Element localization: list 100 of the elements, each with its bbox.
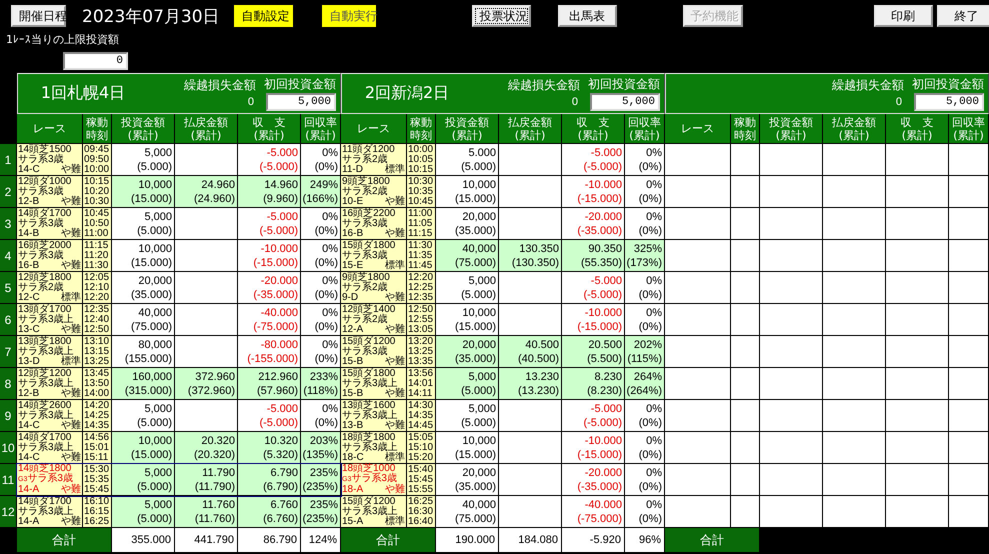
balance-cell: 14.960 (9.960)	[238, 176, 301, 208]
race-row[interactable]: 18頭芝1800 サラ系3歳上 18-C 標準 15:05 15:10 15:20 10,000 (15.000) -10.000 (-15.000) 0% (0%)	[341, 432, 665, 464]
carryover-value: 0	[248, 94, 255, 110]
carryover-value: 0	[896, 94, 903, 110]
time-cell: 11:30 11:35 11:45	[407, 240, 436, 272]
row-number: 5	[0, 272, 17, 304]
payout-cell: 11.790 (11.790)	[175, 464, 238, 496]
time-cell: 10:45 10:50 11:00	[83, 208, 112, 240]
invest-cell: 5.000 (5.000)	[436, 144, 499, 176]
rate-cell: 0% (0%)	[625, 432, 665, 464]
rate-cell: 0% (0%)	[625, 144, 665, 176]
race-cell: 14頭ダ1700 サラ系3歳上 14-C や難	[17, 432, 83, 464]
balance-cell: -40.000 (-75.000)	[238, 304, 301, 336]
race-row[interactable]: 11頭ダ1200 サラ系2歳 11-D 標準 10:00 10:05 10:15 5.000 (5.000) -5.000 (-5.000) 0% (0%)	[341, 144, 665, 176]
payout-cell	[499, 496, 562, 528]
race-row[interactable]: 12頭芝1400 サラ系2歳 12-A や難 12:50 12:55 13:05 10,000 (15.000) -10.000 (-15.000) 0% (0%)	[341, 304, 665, 336]
time-cell: 16:25 16:30 16:40	[407, 496, 436, 528]
balance-cell: -10.000 (-15.000)	[238, 240, 301, 272]
initial-amount-field[interactable]: 5,000	[914, 93, 984, 111]
carryover-label: 繰越損失金額	[184, 76, 256, 94]
invest-cell: 10,000 (15.000)	[112, 432, 175, 464]
initial-amount-field[interactable]: 5,000	[590, 93, 660, 111]
initial-label: 初回投資金額	[264, 76, 336, 93]
balance-cell: -80.000 (-155.000)	[238, 336, 301, 368]
invest-cell: 160,000 (315.000)	[112, 368, 175, 400]
payout-cell: 13.230 (13.230)	[499, 368, 562, 400]
toolbar-button[interactable]: 自動設定	[234, 5, 293, 27]
payout-cell	[175, 336, 238, 368]
rate-cell: 249% (166%)	[301, 176, 341, 208]
row-number: 8	[0, 368, 17, 400]
race-row[interactable]: 13頭ダ1700 サラ系3歳上 13-C や難 12:35 12:40 12:50 40,000 (75.000) -40.000 (-75.000) 0% (0%)	[17, 304, 341, 336]
time-cell: 13:45 13:50 14:00	[83, 368, 112, 400]
invest-cell: 20,000 (35.000)	[112, 272, 175, 304]
race-row[interactable]: 16頭芝2000 サラ系3歳 16-B や難 11:15 11:20 11:30 10,000 (15.000) -10.000 (-15.000) 0% (0%)	[17, 240, 341, 272]
total-cell: 355.000	[112, 528, 175, 553]
total-cell: 184.080	[499, 528, 562, 553]
time-cell: 15:05 15:10 15:20	[407, 432, 436, 464]
time-cell: 14:56 15:01 15:11	[83, 432, 112, 464]
invest-cell: 20,000 (35.000)	[436, 464, 499, 496]
initial-label: 初回投資金額	[912, 76, 984, 93]
rate-cell: 0% (0%)	[625, 304, 665, 336]
row-number: 1	[0, 144, 17, 176]
time-cell: 11:15 11:20 11:30	[83, 240, 112, 272]
payout-cell	[175, 240, 238, 272]
race-row[interactable]: 14頭ダ1700 サラ系3歳 14-B や難 10:45 10:50 11:00 5,000 (5.000) -5.000 (-5.000) 0% (0%)	[17, 208, 341, 240]
balance-cell: -5.000 (-5.000)	[562, 144, 625, 176]
race-row[interactable]: 9頭芝1800 サラ系2歳 10-E や難 10:30 10:35 10:45 10,000 (15.000) -10.000 (-15.000) 0% (0%)	[341, 176, 665, 208]
race-row[interactable]: 13頭芝1800 サラ系3歳上 13-D 標準 13:10 13:15 13:25 80,000 (155.000) -80.000 (-155.000) 0% (0%)	[17, 336, 341, 368]
toolbar-button[interactable]: 印刷	[874, 5, 933, 27]
toolbar-button[interactable]: 出馬表	[558, 5, 617, 27]
race-row[interactable]: 15頭ダ1800 サラ系3歳上 15-B や難 13:56 14:01 14:11 5,000 (5.000) 13.230 (13.230) 8.230 (8.230) 264% (264%)	[341, 368, 665, 400]
total-label: 合計	[665, 528, 760, 553]
row-number: 4	[0, 240, 17, 272]
toolbar-button[interactable]: 開催日程	[11, 5, 66, 27]
time-cell: 12:35 12:40 12:50	[83, 304, 112, 336]
toolbar-button[interactable]: 終了	[936, 5, 989, 27]
invest-cell: 5,000 (5.000)	[112, 400, 175, 432]
race-row[interactable]: 15頭ダ1200 サラ系3歳 15-B や難 13:20 13:25 13:35 20,000 (35.000) 40.500 (40.500) 20.500 (5.500) 202% (115%)	[341, 336, 665, 368]
payout-cell: 372.960 (372.960)	[175, 368, 238, 400]
row-number: 12	[0, 496, 17, 528]
total-label: 合計	[17, 528, 112, 553]
race-row[interactable]: 12頭ダ1000 サラ系3歳 12-B や難 10:15 10:20 10:30 10,000 (15.000) 24.960 (24.960) 14.960 (9.960) 249% (166%)	[17, 176, 341, 208]
row-number: 11	[0, 464, 17, 496]
payout-cell	[499, 144, 562, 176]
payout-cell	[499, 208, 562, 240]
balance-cell: -20.000 (-35.000)	[562, 208, 625, 240]
rate-cell: 0% (0%)	[301, 272, 341, 304]
race-cell: 15頭ダ1200 サラ系3歳上 15-A 標準	[341, 496, 407, 528]
balance-cell: -10.000 (-15.000)	[562, 432, 625, 464]
race-cell: 9頭芝1800 サラ系2歳 9-D や難	[341, 272, 407, 304]
race-row[interactable]: 16頭芝2200 サラ系3歳 16-B や難 11:00 11:05 11:15 20,000 (35.000) -20.000 (-35.000) 0% (0%)	[341, 208, 665, 240]
payout-cell: 20.320 (20.320)	[175, 432, 238, 464]
race-row[interactable]: 14頭芝2600 サラ系3歳上 14-C や難 14:20 14:25 14:35 5,000 (5.000) -5.000 (-5.000) 0% (0%)	[17, 400, 341, 432]
race-row[interactable]: 14頭ダ1700 サラ系3歳上 14-C や難 14:56 15:01 15:11 10,000 (15.000) 20.320 (20.320) 10.320 (5.320) 203% (135%)	[17, 432, 341, 464]
time-cell: 14:30 14:35 14:45	[407, 400, 436, 432]
race-row[interactable]: 13頭芝1600 サラ系3歳上 13-B や難 14:30 14:35 14:45 5,000 (5.000) -5.000 (-5.000) 0% (0%)	[341, 400, 665, 432]
balance-cell: 6.790 (6.790)	[238, 464, 301, 496]
rate-cell: 0% (0%)	[625, 400, 665, 432]
meeting-title: 1回札幌4日	[40, 83, 126, 104]
toolbar-button[interactable]: 投票状況	[472, 5, 531, 27]
race-row[interactable]: 15頭ダ1800 サラ系3歳 15-E 標準 11:30 11:35 11:45 40,000 (75.000) 130.350 (130.350) 90.350 (55.350) 325% (173%)	[341, 240, 665, 272]
balance-cell: -5.000 (-5.000)	[238, 144, 301, 176]
initial-amount-field[interactable]: 5,000	[266, 93, 336, 111]
race-row[interactable]: 14頭芝1500 サラ系3歳 14-C や難 09:45 09:50 10:00 5,000 (5.000) -5.000 (-5.000) 0% (0%)	[17, 144, 341, 176]
race-row[interactable]: 15頭ダ1200 サラ系3歳上 15-A 標準 16:25 16:30 16:40 40,000 (75.000) -40.000 (-75.000) 0% (0%)	[341, 496, 665, 528]
total-label: 合計	[341, 528, 436, 553]
limit-field[interactable]: 0	[63, 52, 128, 70]
race-cell: 16頭芝2200 サラ系3歳 16-B や難	[341, 208, 407, 240]
initial-label: 初回投資金額	[588, 76, 660, 93]
total-cell: 441.790	[175, 528, 238, 553]
time-cell: 10:15 10:20 10:30	[83, 176, 112, 208]
meeting-title: 2回新潟2日	[364, 83, 450, 104]
race-row[interactable]: 12頭芝1200 サラ系3歳上 12-B や難 13:45 13:50 14:00 160,000 (315.000) 372.960 (372.960) 212.960 (57.960) 233% (118%)	[17, 368, 341, 400]
carryover-value: 0	[572, 94, 579, 110]
race-row[interactable]: 9頭芝1800 サラ系2歳 9-D や難 12:20 12:25 12:35 5,000 (5.000) -5.000 (-5.000) 0% (0%)	[341, 272, 665, 304]
invest-cell: 10,000 (15.000)	[436, 176, 499, 208]
row-number: 3	[0, 208, 17, 240]
invest-cell: 5,000 (5.000)	[436, 272, 499, 304]
race-row[interactable]: 12頭芝1800 サラ系2歳 12-C 標準 12:05 12:10 12:20 20,000 (35.000) -20.000 (-35.000) 0% (0%)	[17, 272, 341, 304]
rate-cell: 0% (0%)	[301, 304, 341, 336]
